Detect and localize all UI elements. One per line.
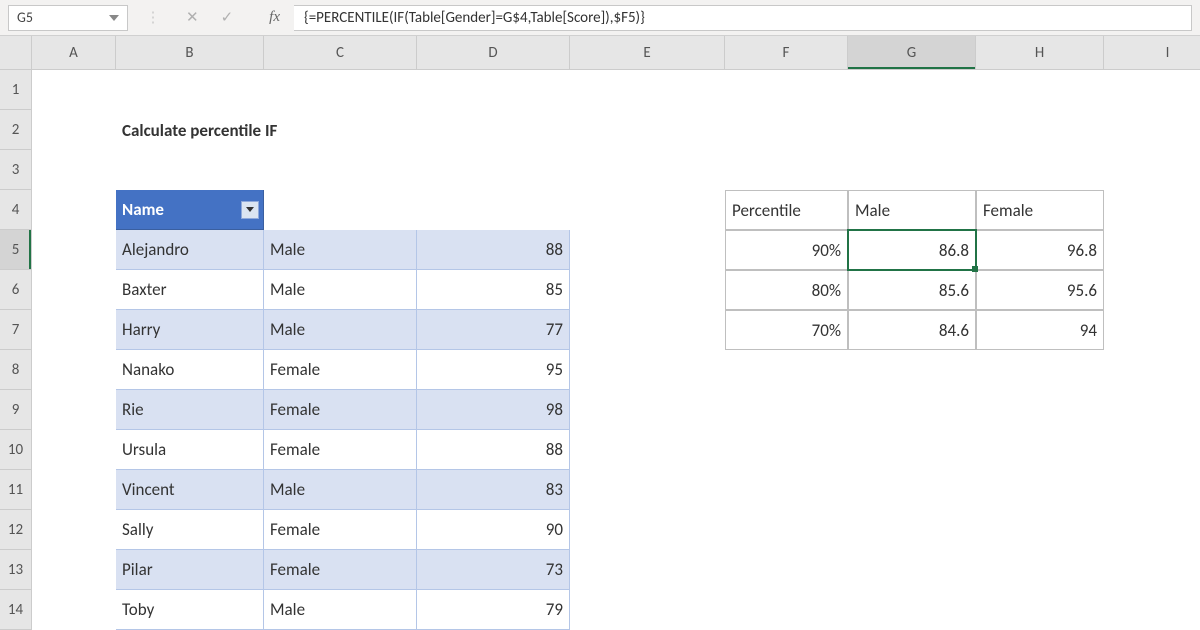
side-cell[interactable]: 70% — [725, 310, 848, 350]
table-cell[interactable]: 85 — [417, 270, 570, 310]
side-cell[interactable]: 86.8 — [848, 230, 976, 270]
row-header-2[interactable]: 2 — [0, 110, 32, 150]
row-header-10[interactable]: 10 — [0, 430, 32, 470]
row-header-13[interactable]: 13 — [0, 550, 32, 590]
column-header-F[interactable]: F — [725, 36, 848, 70]
table-cell[interactable]: Sally — [116, 510, 264, 550]
table-cell[interactable]: Female — [264, 390, 417, 430]
select-all-corner[interactable] — [0, 36, 32, 70]
column-headers: ABCDEFGHI — [32, 36, 1200, 70]
table-cell[interactable]: Male — [264, 590, 417, 630]
table-cell[interactable]: Female — [264, 350, 417, 390]
table-header[interactable]: Name — [116, 190, 264, 230]
row-header-9[interactable]: 9 — [0, 390, 32, 430]
column-header-E[interactable]: E — [570, 36, 725, 70]
spreadsheet: ABCDEFGHI 1234567891011121314 Calculate … — [0, 36, 1200, 630]
side-cell[interactable]: 80% — [725, 270, 848, 310]
accept-icon[interactable]: ✓ — [221, 8, 234, 27]
table-cell[interactable]: Ursula — [116, 430, 264, 470]
table-cell[interactable]: 88 — [417, 430, 570, 470]
chevron-down-icon[interactable] — [109, 15, 119, 21]
table-cell[interactable]: Male — [264, 310, 417, 350]
side-header[interactable]: Percentile — [725, 190, 848, 230]
fx-icon[interactable]: fx — [255, 9, 286, 26]
cancel-icon[interactable]: ✕ — [186, 8, 199, 27]
column-header-D[interactable]: D — [417, 36, 570, 70]
column-header-C[interactable]: C — [264, 36, 417, 70]
table-cell[interactable]: 73 — [417, 550, 570, 590]
side-cell[interactable]: 84.6 — [848, 310, 976, 350]
row-headers: 1234567891011121314 — [0, 70, 32, 630]
table-cell[interactable]: 95 — [417, 350, 570, 390]
table-cell[interactable]: Alejandro — [116, 230, 264, 270]
side-cell[interactable]: 90% — [725, 230, 848, 270]
table-cell[interactable]: Pilar — [116, 550, 264, 590]
column-header-A[interactable]: A — [32, 36, 116, 70]
table-cell[interactable]: 79 — [417, 590, 570, 630]
name-box-value: G5 — [17, 9, 33, 26]
column-header-H[interactable]: H — [976, 36, 1104, 70]
side-cell[interactable]: 95.6 — [976, 270, 1104, 310]
table-cell[interactable]: 88 — [417, 230, 570, 270]
row-header-14[interactable]: 14 — [0, 590, 32, 630]
row-header-7[interactable]: 7 — [0, 310, 32, 350]
column-header-B[interactable]: B — [116, 36, 264, 70]
table-cell[interactable]: Female — [264, 550, 417, 590]
separator: ⋮ — [128, 8, 178, 27]
table-cell[interactable]: Nanako — [116, 350, 264, 390]
row-header-11[interactable]: 11 — [0, 470, 32, 510]
name-box[interactable]: G5 — [8, 5, 128, 31]
table-cell[interactable]: Female — [264, 430, 417, 470]
side-header[interactable]: Female — [976, 190, 1104, 230]
row-header-6[interactable]: 6 — [0, 270, 32, 310]
formula-text: {=PERCENTILE(IF(Table[Gender]=G$4,Table[… — [304, 9, 645, 27]
table-cell[interactable]: 83 — [417, 470, 570, 510]
side-cell[interactable]: 94 — [976, 310, 1104, 350]
row-header-3[interactable]: 3 — [0, 150, 32, 190]
side-cell[interactable]: 96.8 — [976, 230, 1104, 270]
table-cell[interactable]: Male — [264, 270, 417, 310]
formula-bar: G5 ⋮ ✕ ✓ fx {=PERCENTILE(IF(Table[Gender… — [0, 0, 1200, 36]
column-header-G[interactable]: G — [848, 36, 976, 70]
filter-icon[interactable] — [241, 201, 259, 219]
row-header-1[interactable]: 1 — [0, 70, 32, 110]
table-cell[interactable]: 98 — [417, 390, 570, 430]
row-header-12[interactable]: 12 — [0, 510, 32, 550]
column-header-I[interactable]: I — [1104, 36, 1200, 70]
table-cell[interactable]: Vincent — [116, 470, 264, 510]
table-cell[interactable]: Male — [264, 470, 417, 510]
formula-bar-icons: ✕ ✓ fx — [178, 8, 294, 27]
table-cell[interactable]: Harry — [116, 310, 264, 350]
table-cell[interactable]: Rie — [116, 390, 264, 430]
table-cell[interactable]: Baxter — [116, 270, 264, 310]
table-cell[interactable]: 90 — [417, 510, 570, 550]
side-cell[interactable]: 85.6 — [848, 270, 976, 310]
row-header-4[interactable]: 4 — [0, 190, 32, 230]
table-cell[interactable]: Male — [264, 230, 417, 270]
row-header-5[interactable]: 5 — [0, 230, 32, 270]
table-cell[interactable]: 77 — [417, 310, 570, 350]
side-header[interactable]: Male — [848, 190, 976, 230]
table-cell[interactable]: Toby — [116, 590, 264, 630]
row-header-8[interactable]: 8 — [0, 350, 32, 390]
formula-input[interactable]: {=PERCENTILE(IF(Table[Gender]=G$4,Table[… — [294, 5, 1192, 31]
table-cell[interactable]: Female — [264, 510, 417, 550]
page-title: Calculate percentile IF — [116, 110, 516, 150]
cells-area[interactable]: Calculate percentile IFNameGenderScoreAl… — [32, 70, 185, 190]
